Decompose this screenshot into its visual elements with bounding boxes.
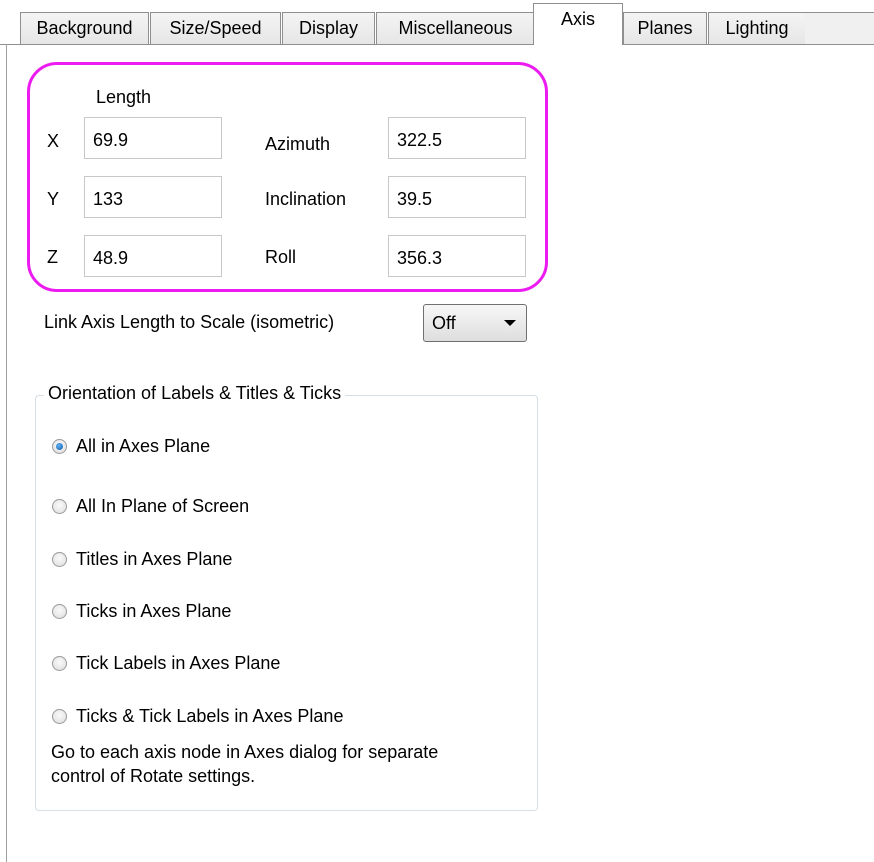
y-length-input[interactable] (84, 176, 222, 218)
azimuth-input[interactable] (388, 117, 526, 159)
roll-label: Roll (265, 247, 297, 267)
tab-display[interactable]: Display (282, 12, 375, 44)
radio-label: Titles in Axes Plane (76, 548, 233, 569)
radio-button-icon (52, 603, 67, 619)
radio-button-icon (52, 551, 67, 567)
tab-miscellaneous[interactable]: Miscellaneous (376, 12, 535, 44)
x-length-input[interactable] (84, 117, 222, 159)
azimuth-label: Azimuth (265, 134, 331, 154)
z-length-input[interactable] (84, 235, 222, 277)
tab-strip-filler (805, 12, 874, 44)
tab-lighting[interactable]: Lighting (708, 12, 806, 44)
radio-label: All In Plane of Screen (76, 495, 250, 516)
radio-label: Ticks & Tick Labels in Axes Plane (76, 705, 344, 726)
inclination-label: Inclination (265, 189, 347, 209)
radio-ticks-and-tick-labels-in-axes-plane[interactable]: Ticks & Tick Labels in Axes Plane (52, 704, 343, 728)
radio-ticks-in-axes-plane[interactable]: Ticks in Axes Plane (52, 599, 231, 623)
tab-baseline (0, 44, 874, 45)
radio-all-in-axes-plane[interactable]: All in Axes Plane (52, 434, 210, 458)
radio-label: All in Axes Plane (76, 435, 211, 456)
tab-background[interactable]: Background (20, 12, 149, 44)
radio-tick-labels-in-axes-plane[interactable]: Tick Labels in Axes Plane (52, 651, 280, 675)
tab-planes[interactable]: Planes (623, 12, 707, 44)
roll-input[interactable] (388, 235, 526, 277)
orientation-group-title: Orientation of Labels & Titles & Ticks (44, 383, 346, 404)
note-line-1: Go to each axis node in Axes dialog for … (51, 742, 439, 762)
radio-button-icon (52, 438, 67, 454)
length-header: Length (96, 87, 152, 107)
x-label: X (47, 131, 60, 151)
radio-button-icon (52, 498, 67, 514)
z-label: Z (47, 247, 58, 267)
tab-strip: Background Size/Speed Display Miscellane… (0, 0, 874, 45)
link-axis-dropdown[interactable]: Off (423, 304, 527, 342)
radio-button-icon (52, 655, 67, 671)
orientation-note: Go to each axis node in Axes dialog for … (51, 740, 521, 788)
radio-button-icon (52, 708, 67, 724)
inclination-input[interactable] (388, 176, 526, 218)
radio-label: Tick Labels in Axes Plane (76, 652, 281, 673)
link-axis-label: Link Axis Length to Scale (isometric) (44, 312, 335, 332)
radio-all-in-plane-of-screen[interactable]: All In Plane of Screen (52, 494, 249, 518)
chevron-down-icon (504, 320, 516, 326)
radio-label: Ticks in Axes Plane (76, 600, 232, 621)
tab-size-speed[interactable]: Size/Speed (150, 12, 281, 44)
y-label: Y (47, 189, 60, 209)
note-line-2: control of Rotate settings. (51, 766, 256, 786)
panel-border (6, 44, 7, 862)
radio-titles-in-axes-plane[interactable]: Titles in Axes Plane (52, 547, 232, 571)
tab-axis[interactable]: Axis (533, 3, 623, 45)
link-axis-value: Off (432, 313, 456, 333)
